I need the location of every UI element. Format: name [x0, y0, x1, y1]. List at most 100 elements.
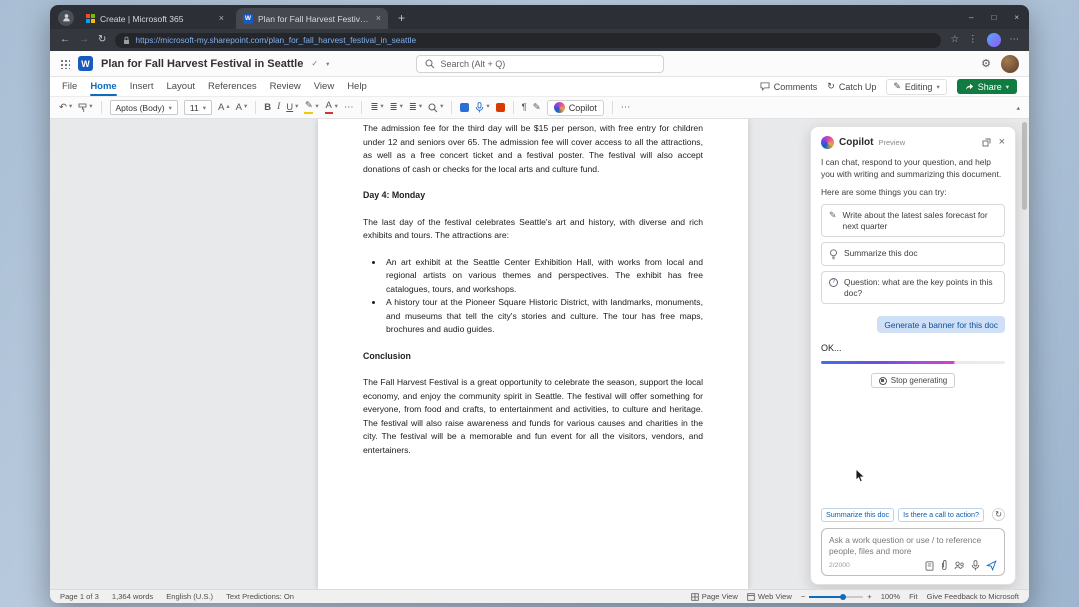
menu-home[interactable]: Home	[90, 77, 118, 96]
send-icon[interactable]	[986, 560, 997, 571]
doc-heading-day4[interactable]: Day 4: Monday	[363, 189, 703, 203]
copilot-button[interactable]: Copilot	[546, 99, 604, 116]
copilot-suggestion-write[interactable]: ✎ Write about the latest sales forecast …	[821, 204, 1005, 237]
feedback-link[interactable]: Give Feedback to Microsoft	[927, 592, 1019, 601]
close-tab-icon[interactable]: ×	[219, 14, 224, 23]
language-status[interactable]: English (U.S.)	[166, 592, 213, 601]
close-copilot-icon[interactable]: ×	[999, 137, 1005, 148]
tab-fall-harvest-doc[interactable]: W Plan for Fall Harvest Festival in Se..…	[236, 8, 388, 29]
italic-button[interactable]: I	[277, 102, 280, 113]
find-button[interactable]: ▾	[428, 102, 443, 113]
attach-icon[interactable]	[940, 560, 948, 571]
browser-menu-icon[interactable]: ⋯	[1010, 35, 1020, 45]
suggestion-chip-call-to-action[interactable]: Is there a call to action?	[898, 507, 985, 522]
font-size-select[interactable]: 11 ▾	[183, 100, 212, 115]
close-window-icon[interactable]: ×	[1014, 13, 1019, 22]
zoom-slider[interactable]	[809, 593, 864, 600]
bold-button[interactable]: B	[264, 103, 271, 113]
shrink-font-button[interactable]: A ▾	[236, 103, 248, 113]
text-predictions-status[interactable]: Text Predictions: On	[226, 592, 294, 601]
doc-paragraph-day4-intro[interactable]: The last day of the festival celebrates …	[363, 216, 703, 243]
scrollbar-thumb[interactable]	[1022, 122, 1027, 210]
refresh-icon[interactable]: ↻	[98, 35, 106, 45]
document-page[interactable]: The admission fee for the third day will…	[318, 119, 748, 589]
multilevel-list-button[interactable]: ≣ ▾	[409, 103, 422, 113]
menu-references[interactable]: References	[208, 77, 257, 96]
undo-button[interactable]: ↶ ▾	[59, 103, 72, 113]
copilot-suggestion-summarize[interactable]: Summarize this doc	[821, 242, 1005, 266]
mic-icon[interactable]	[971, 560, 980, 571]
close-tab-icon[interactable]: ×	[376, 14, 381, 23]
collections-icon[interactable]: ⋮	[968, 35, 978, 45]
maximize-window-icon[interactable]: □	[991, 13, 996, 22]
paragraph-marks-button[interactable]: ¶	[522, 103, 527, 113]
settings-gear-icon[interactable]: ⚙	[981, 57, 991, 70]
comments-button[interactable]: Comments	[760, 82, 817, 92]
new-tab-button[interactable]: +	[398, 11, 405, 25]
zoom-in-icon[interactable]: +	[867, 592, 871, 601]
doc-paragraph-conclusion[interactable]: The Fall Harvest Festival is a great opp…	[363, 376, 703, 457]
minimize-window-icon[interactable]: –	[969, 13, 973, 22]
forward-icon[interactable]: →	[79, 35, 89, 45]
more-font-options-button[interactable]: ⋯	[344, 103, 354, 113]
title-chevron-icon[interactable]: ▾	[326, 60, 329, 68]
popout-icon[interactable]	[982, 138, 991, 147]
doc-bullet-art-exhibit[interactable]: An art exhibit at the Seattle Center Exh…	[384, 256, 703, 297]
account-avatar[interactable]	[1001, 54, 1019, 73]
people-icon[interactable]	[954, 561, 965, 570]
word-logo[interactable]: W	[78, 56, 93, 71]
menu-file[interactable]: File	[62, 77, 77, 96]
favorites-star-icon[interactable]: ☆	[950, 35, 959, 45]
chevron-down-icon: ▾	[399, 103, 403, 111]
font-color-button[interactable]: A ▾	[324, 101, 338, 114]
fit-button[interactable]: Fit	[909, 592, 917, 601]
doc-paragraph-admission[interactable]: The admission fee for the third day will…	[363, 122, 703, 176]
search-input[interactable]: Search (Alt + Q)	[415, 54, 664, 73]
menu-layout[interactable]: Layout	[166, 77, 195, 96]
designer-button[interactable]	[460, 103, 470, 112]
page-count-status[interactable]: Page 1 of 3	[60, 592, 99, 601]
menu-help[interactable]: Help	[347, 77, 367, 96]
menu-view[interactable]: View	[314, 77, 334, 96]
grow-font-button[interactable]: A ▴	[218, 103, 230, 113]
collapse-ribbon-icon[interactable]: ▴	[1016, 104, 1020, 112]
word-count-status[interactable]: 1,364 words	[112, 592, 153, 601]
bullet-list-button[interactable]: ≣ ▾	[370, 103, 383, 113]
tab-create-m365[interactable]: Create | Microsoft 365 ×	[79, 8, 231, 29]
doc-heading-conclusion[interactable]: Conclusion	[363, 350, 703, 364]
format-painter-button[interactable]: ▾	[78, 103, 93, 113]
address-bar[interactable]: https://microsoft-my.sharepoint.com/plan…	[115, 32, 942, 48]
browser-profile-avatar[interactable]	[986, 33, 1001, 47]
draw-button[interactable]: ✎	[533, 103, 541, 113]
app-launcher-icon[interactable]	[60, 58, 70, 69]
ribbon-overflow-button[interactable]: ⋯	[621, 103, 631, 113]
copilot-chat-input[interactable]: Ask a work question or use / to referenc…	[821, 528, 1005, 576]
refresh-suggestions-icon[interactable]: ↻	[992, 508, 1005, 522]
menu-insert[interactable]: Insert	[130, 77, 154, 96]
underline-button[interactable]: U ▾	[286, 103, 298, 113]
suggestion-chip-summarize[interactable]: Summarize this doc	[821, 507, 895, 522]
highlight-color-button[interactable]: ✎ ▾	[304, 101, 319, 114]
zoom-slider-thumb[interactable]	[839, 593, 846, 600]
copilot-user-prompt-chip[interactable]: Generate a banner for this doc	[877, 316, 1005, 333]
doc-bullet-history-tour[interactable]: A history tour at the Pioneer Square His…	[384, 296, 703, 337]
zoom-level[interactable]: 100%	[881, 592, 900, 601]
zoom-out-icon[interactable]: −	[801, 592, 805, 601]
catch-up-button[interactable]: ↻ Catch Up	[827, 81, 876, 92]
browser-profile-icon[interactable]	[58, 9, 74, 26]
editor-button[interactable]	[495, 103, 505, 112]
stop-generating-button[interactable]: Stop generating	[870, 373, 956, 388]
web-view-toggle[interactable]: Web View	[747, 592, 792, 601]
dictate-button[interactable]: ▾	[475, 102, 490, 113]
page-view-toggle[interactable]: Page View	[691, 592, 738, 601]
back-icon[interactable]: ←	[60, 35, 70, 45]
editing-mode-button[interactable]: ✎ Editing ▾	[886, 78, 947, 95]
copilot-suggestion-question[interactable]: ? Question: what are the key points in t…	[821, 271, 1005, 304]
share-button[interactable]: Share ▾	[956, 79, 1017, 94]
font-family-select[interactable]: Aptos (Body) ▾	[109, 100, 178, 115]
vertical-scrollbar[interactable]	[1022, 122, 1027, 586]
numbered-list-button[interactable]: ≣ ▾	[390, 103, 403, 113]
document-title[interactable]: Plan for Fall Harvest Festival in Seattl…	[101, 58, 303, 70]
prompt-book-icon[interactable]	[925, 560, 934, 571]
menu-review[interactable]: Review	[270, 77, 301, 96]
